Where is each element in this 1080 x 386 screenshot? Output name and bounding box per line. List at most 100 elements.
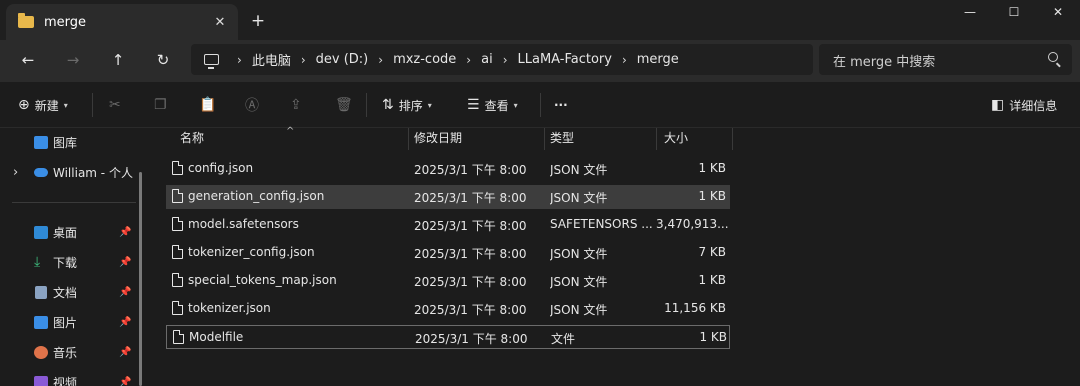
pin-icon[interactable]: 📌 [119,287,131,298]
maximize-button[interactable]: ☐ [992,0,1036,24]
table-row[interactable]: special_tokens_map.json 2025/3/1 下午 8:00… [166,269,730,293]
details-pane-button[interactable]: ◧ 详细信息 [991,95,1057,115]
table-row[interactable]: config.json 2025/3/1 下午 8:00 JSON 文件 1 K… [166,157,730,181]
breadcrumb-item[interactable]: ai [481,52,493,67]
forward-button[interactable]: → [61,48,85,72]
share-button[interactable]: ⇪ [290,95,307,115]
file-date: 2025/3/1 下午 8:00 [414,163,527,177]
column-divider[interactable] [656,128,657,150]
delete-button[interactable]: 🗑 [335,95,358,115]
computer-icon [204,54,219,69]
file-icon [172,301,183,315]
table-row[interactable]: tokenizer_config.json 2025/3/1 下午 8:00 J… [166,241,730,265]
rename-icon: Ⓐ [245,98,259,114]
music-icon [34,345,48,359]
sort-button[interactable]: ⇅ 排序 ▾ [382,95,432,115]
file-icon [172,217,183,231]
table-row[interactable]: Modelfile 2025/3/1 下午 8:00 文件 1 KB [166,325,730,349]
sidebar-item-pictures[interactable]: 图片 📌 [0,308,140,336]
file-icon [172,245,183,259]
minimize-button[interactable]: — [948,0,992,24]
file-type: JSON 文件 [550,247,608,261]
title-bar: merge ✕ + — ☐ ✕ [0,0,1080,40]
search-icon[interactable] [1048,52,1058,62]
breadcrumb-item[interactable]: LLaMA-Factory [518,52,612,67]
table-row[interactable]: generation_config.json 2025/3/1 下午 8:00 … [166,185,730,209]
pin-icon[interactable]: 📌 [119,257,131,268]
share-icon: ⇪ [290,97,302,113]
sidebar-item-downloads[interactable]: ⤓ 下载 📌 [0,248,140,276]
column-divider[interactable] [408,128,409,150]
sidebar-scrollbar[interactable] [139,172,142,386]
close-window-button[interactable]: ✕ [1036,0,1080,24]
new-tab-button[interactable]: + [248,11,268,31]
column-divider[interactable] [732,128,733,150]
tab-merge[interactable]: merge ✕ [6,4,238,40]
sidebar-item-label: 图片 [53,315,78,330]
more-options-button[interactable]: ··· [554,95,568,115]
file-name: special_tokens_map.json [188,273,337,287]
column-header-type[interactable]: 类型 [550,128,574,150]
search-placeholder: 在 merge 中搜索 [833,55,936,70]
file-name: generation_config.json [188,189,325,203]
chevron-right-icon[interactable]: › [622,53,627,67]
file-name: Modelfile [189,330,244,344]
column-divider[interactable] [544,128,545,150]
sidebar-item-videos[interactable]: 视频 📌 [0,368,140,386]
sidebar-item-onedrive[interactable]: › William - 个人 [0,158,140,186]
pin-icon[interactable]: 📌 [119,347,131,358]
sidebar-item-label: 文档 [53,285,78,300]
column-header-size[interactable]: 大小 [664,128,688,150]
file-date: 2025/3/1 下午 8:00 [414,191,527,205]
pin-icon[interactable]: 📌 [119,317,131,328]
column-header-name[interactable]: 名称 [180,128,204,150]
chevron-right-icon[interactable]: › [466,53,471,67]
file-date: 2025/3/1 下午 8:00 [414,219,527,233]
cut-button[interactable]: ✂ [109,95,126,115]
breadcrumb-item[interactable]: merge [637,52,679,67]
pin-icon[interactable]: 📌 [119,377,131,386]
plus-circle-icon: ⊕ [18,97,30,113]
table-row[interactable]: model.safetensors 2025/3/1 下午 8:00 SAFET… [166,213,730,237]
search-input[interactable]: 在 merge 中搜索 [819,44,1072,75]
sidebar-item-label: 音乐 [53,345,78,360]
view-button[interactable]: ☰ 查看 ▾ [467,95,518,115]
chevron-right-icon[interactable]: › [237,53,242,67]
paste-button[interactable]: 📋 [199,95,221,115]
file-name: tokenizer.json [188,301,271,315]
address-bar[interactable]: › 此电脑 › dev (D:) › mxz-code › ai › LLaMA… [191,44,813,75]
chevron-right-icon[interactable]: › [503,53,508,67]
sidebar-item-documents[interactable]: 文档 📌 [0,278,140,306]
back-button[interactable]: ← [16,48,40,72]
refresh-button[interactable]: ↻ [151,48,175,72]
gallery-icon [34,135,48,149]
breadcrumb-item[interactable]: dev (D:) [316,52,369,67]
file-date: 2025/3/1 下午 8:00 [414,275,527,289]
videos-icon [34,375,48,386]
file-size: 1 KB [698,189,726,203]
copy-button[interactable]: ❐ [154,95,172,115]
rename-button[interactable]: Ⓐ [245,95,264,115]
new-label: 新建 [34,98,59,113]
chevron-right-icon[interactable]: › [301,53,306,67]
navigation-pane: 图库 › William - 个人 桌面 📌 ⤓ 下载 📌 文档 📌 图片 📌 … [0,128,150,386]
file-date: 2025/3/1 下午 8:00 [415,332,528,346]
sidebar-item-label: 桌面 [53,225,78,240]
tab-close-icon[interactable]: ✕ [210,15,230,30]
chevron-right-icon[interactable]: › [378,53,383,67]
breadcrumb-item[interactable]: mxz-code [393,52,456,67]
file-size: 1 KB [698,273,726,287]
onedrive-icon [34,168,48,177]
chevron-down-icon: ▾ [513,100,518,110]
new-button[interactable]: ⊕ 新建 ▾ [18,95,68,115]
column-header-date[interactable]: 修改日期 [414,128,462,150]
breadcrumb-item[interactable]: 此电脑 [252,50,291,69]
table-row[interactable]: tokenizer.json 2025/3/1 下午 8:00 JSON 文件 … [166,297,730,321]
sidebar-item-desktop[interactable]: 桌面 📌 [0,218,140,246]
chevron-right-icon[interactable]: › [13,165,18,180]
chevron-down-icon: ▾ [427,100,432,110]
sidebar-item-music[interactable]: 音乐 📌 [0,338,140,366]
pin-icon[interactable]: 📌 [119,227,131,238]
up-button[interactable]: ↑ [106,48,130,72]
sidebar-item-gallery[interactable]: 图库 [0,128,140,156]
